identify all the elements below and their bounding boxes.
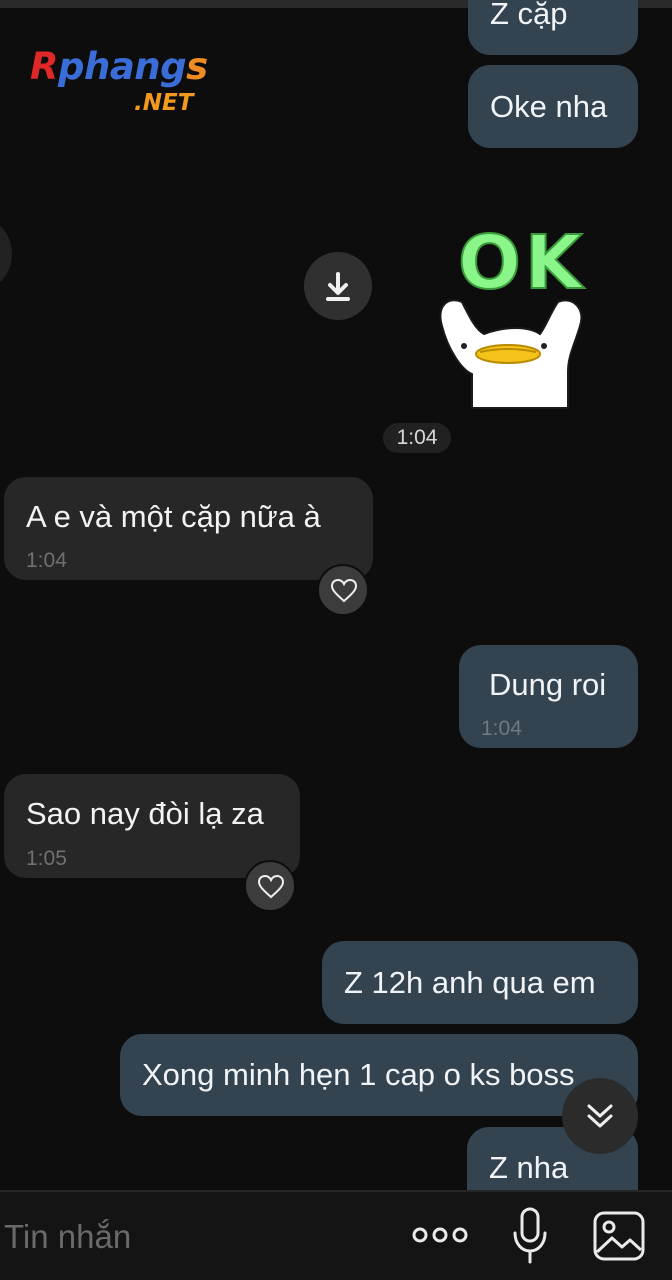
partial-avatar	[0, 218, 12, 290]
microphone-icon	[513, 1207, 547, 1264]
heart-icon	[331, 579, 357, 603]
ok-duck-sticker[interactable]: OK	[418, 221, 602, 412]
double-chevron-down-icon	[587, 1104, 613, 1128]
message-bubble-incoming[interactable]: A e và một cặp nữa à 1:04	[4, 477, 373, 580]
duck-illustration	[439, 299, 583, 409]
message-bubble-outgoing[interactable]: Xong minh hẹn 1 cap o ks boss	[120, 1034, 638, 1116]
message-text: Oke nha	[490, 89, 608, 124]
more-options-button[interactable]	[410, 1220, 470, 1250]
message-composer: Tin nhắn	[0, 1190, 672, 1280]
message-text: Z nha	[489, 1150, 569, 1185]
download-button[interactable]	[304, 252, 372, 320]
message-bubble-outgoing[interactable]: Z cặp	[468, 0, 638, 55]
download-icon	[326, 272, 350, 301]
message-text: Z cặp	[490, 0, 568, 31]
more-icon	[412, 1227, 468, 1243]
gallery-button[interactable]	[592, 1210, 646, 1262]
message-bubble-outgoing[interactable]: Z 12h anh qua em	[322, 941, 638, 1024]
message-text: Z 12h anh qua em	[344, 965, 596, 1000]
message-text: Dung roi	[489, 667, 607, 702]
message-bubble-outgoing[interactable]: Oke nha	[468, 65, 638, 148]
gallery-icon	[593, 1211, 645, 1261]
voice-record-button[interactable]	[510, 1206, 550, 1266]
message-time: 1:04	[481, 717, 522, 740]
scroll-to-bottom-button[interactable]	[562, 1078, 638, 1154]
watermark-logo: Rphangs .NET	[30, 44, 240, 124]
message-bubble-incoming[interactable]: Sao nay đòi lạ za 1:05	[4, 774, 300, 878]
message-text: A e và một cặp nữa à	[26, 499, 321, 534]
logo-suffix: .NET	[134, 90, 194, 116]
react-heart-button[interactable]	[317, 564, 369, 616]
message-bubble-outgoing[interactable]: Dung roi 1:04	[459, 645, 638, 748]
message-input[interactable]: Tin nhắn	[4, 1214, 384, 1260]
message-time: 1:04	[26, 549, 67, 572]
message-time: 1:05	[26, 847, 67, 870]
heart-icon	[258, 875, 284, 899]
message-text: Sao nay đòi lạ za	[26, 796, 264, 831]
chat-area[interactable]: Z cặp Oke nha Rphangs .NET OK 1:04 A e v…	[0, 0, 672, 1190]
message-text: Xong minh hẹn 1 cap o ks boss	[142, 1057, 575, 1092]
react-heart-button[interactable]	[244, 860, 296, 912]
logo-wordmark: Rphangs	[30, 45, 208, 88]
sticker-timestamp: 1:04	[383, 423, 451, 453]
